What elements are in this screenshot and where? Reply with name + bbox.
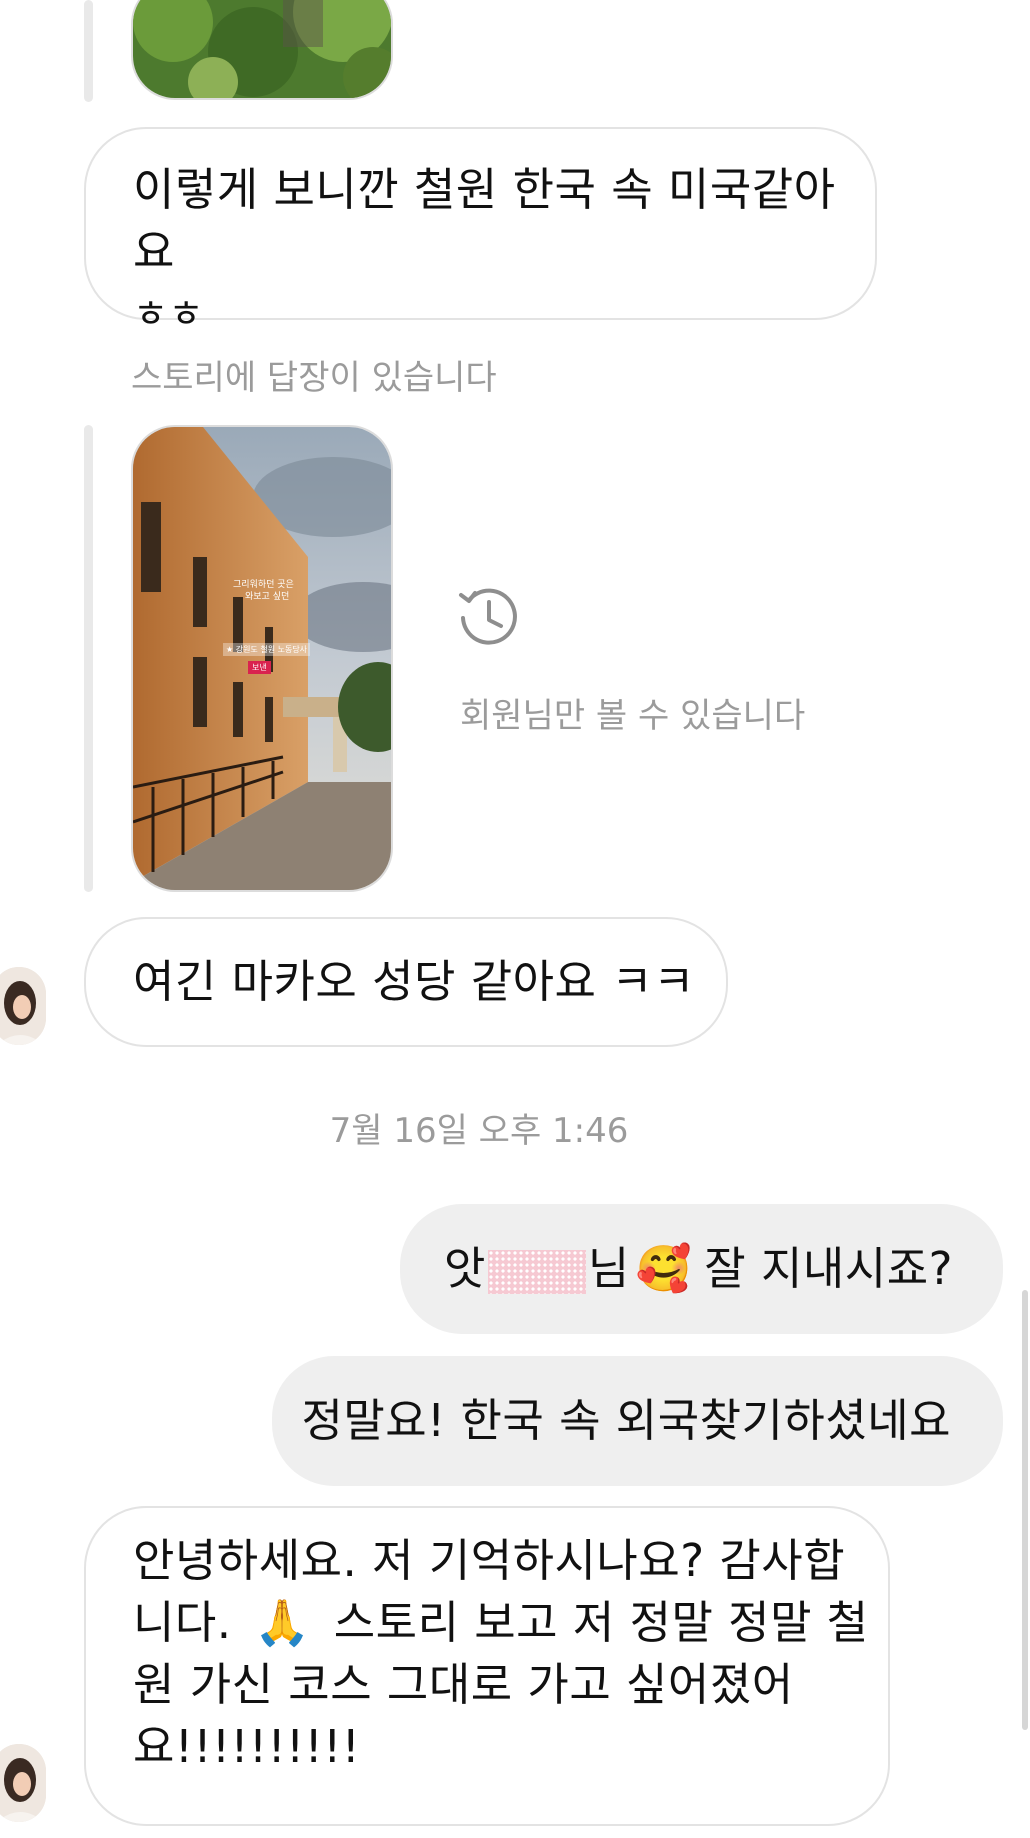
- outgoing-message-bubble[interactable]: 정말요! 한국 속 외국찾기하셨네요: [272, 1356, 1003, 1486]
- user-avatar-icon[interactable]: [0, 967, 46, 1045]
- incoming-message-bubble[interactable]: 여긴 마카오 성당 같아요 ㅋㅋ: [84, 917, 728, 1047]
- story-reply-indicator-bar: [84, 425, 93, 892]
- history-clock-icon: [455, 585, 521, 655]
- restricted-story-text: 회원님만 볼 수 있습니다: [460, 696, 806, 736]
- message-text: 스토리 보고 저 정말 정말 철: [333, 1596, 869, 1649]
- message-text-line: 안녕하세요. 저 기억하시나요? 감사합: [133, 1534, 846, 1587]
- redacted-name: [487, 1250, 586, 1294]
- message-timestamp: 7월 16일 오후 1:46: [329, 1111, 629, 1151]
- message-text: 잘 지내시죠?: [704, 1242, 953, 1295]
- story-thumbnail[interactable]: 그리워하던 곳은 와보고 싶던 ★ 강원도 철원 노동당사 보낸: [131, 425, 393, 892]
- message-text: 니다.: [133, 1596, 232, 1649]
- message-text-line2: ㅎㅎ: [133, 292, 204, 336]
- message-text-line: 원 가신 코스 그대로 가고 싶어졌어: [133, 1658, 794, 1711]
- story-reply-label: 스토리에 답장이 있습니다: [131, 358, 497, 398]
- message-text: 여긴 마카오 성당 같아요 ㅋㅋ: [133, 955, 696, 1008]
- scrollbar[interactable]: [1022, 1290, 1028, 1730]
- message-text-line: 요!!!!!!!!!!: [133, 1720, 361, 1773]
- message-text: 정말요! 한국 속 외국찾기하셨네요: [301, 1394, 951, 1447]
- smiling-hearts-emoji-icon: 🥰: [635, 1242, 693, 1295]
- story-image-building: [133, 427, 391, 890]
- message-text: 앗: [443, 1242, 486, 1295]
- folded-hands-emoji-icon: 🙏: [254, 1596, 311, 1649]
- story-location-sticker: ★ 강원도 철원 노동당사: [223, 643, 311, 656]
- message-text-line: 니다. 🙏 스토리 보고 저 정말 정말 철: [133, 1592, 888, 1654]
- message-text: 님: [587, 1242, 630, 1295]
- incoming-message-bubble[interactable]: 안녕하세요. 저 기억하시나요? 감사합 니다. 🙏 스토리 보고 저 정말 정…: [84, 1506, 890, 1826]
- message-text: 이렇게 보니깐 철원 한국 속 미국같아요: [133, 163, 836, 278]
- incoming-message-bubble[interactable]: 이렇게 보니깐 철원 한국 속 미국같아요 ㅎㅎ: [84, 127, 877, 336]
- user-avatar-icon[interactable]: [0, 1744, 46, 1822]
- story-overlay-text: 와보고 싶던: [245, 592, 290, 602]
- outgoing-message-bubble[interactable]: 앗 님 🥰 잘 지내시죠?: [400, 1204, 1003, 1334]
- story-image-foliage: [133, 0, 391, 98]
- story-reply-indicator-bar: [84, 0, 93, 102]
- story-sticker-badge: 보낸: [248, 661, 271, 674]
- story-thumbnail-top[interactable]: [131, 0, 393, 100]
